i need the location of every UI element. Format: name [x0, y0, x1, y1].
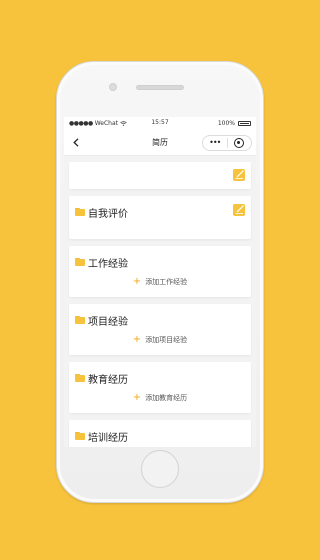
add-education-button[interactable]: + 添加教育经历 — [69, 393, 251, 403]
folder-icon — [75, 207, 85, 216]
section-title: 自我评价 — [88, 209, 128, 220]
nav-bar: 简历 ••• — [64, 130, 256, 156]
camera-dot — [109, 83, 117, 91]
section-title: 项目经验 — [88, 317, 128, 328]
page-title: 简历 — [152, 138, 168, 147]
section-title: 工作经验 — [88, 259, 128, 270]
more-button[interactable]: ••• — [203, 137, 227, 149]
folder-icon — [75, 257, 85, 266]
section-header: 自我评价 — [75, 205, 128, 220]
section-card-work-experience: 工作经验 + 添加工作经验 — [69, 246, 251, 297]
target-circle-icon — [234, 138, 245, 148]
section-card-training: 培训经历 — [69, 420, 251, 447]
profile-card — [69, 162, 251, 189]
section-header: 培训经历 — [75, 429, 128, 444]
section-title: 培训经历 — [88, 433, 128, 444]
edit-icon[interactable] — [233, 169, 245, 181]
status-time: 15:57 — [151, 119, 169, 126]
plus-icon: + — [132, 276, 142, 287]
folder-icon — [75, 431, 85, 440]
section-header: 教育经历 — [75, 371, 128, 386]
section-header: 项目经验 — [75, 313, 128, 328]
mini-program-capsule: ••• — [202, 135, 252, 151]
section-card-self-evaluation: 自我评价 — [69, 196, 251, 239]
battery-icon — [238, 121, 251, 126]
add-project-experience-button[interactable]: + 添加项目经验 — [69, 335, 251, 345]
folder-icon — [75, 315, 85, 324]
add-label: 添加工作经验 — [145, 278, 188, 286]
speaker-slot — [136, 85, 184, 90]
folder-icon — [75, 373, 85, 382]
plus-icon: + — [132, 334, 142, 345]
status-bar: ●●●●● WeChat 15:57 100% — [64, 117, 256, 130]
chevron-left-icon[interactable] — [72, 138, 81, 147]
add-label: 添加教育经历 — [145, 394, 188, 402]
home-button[interactable] — [141, 450, 179, 488]
add-label: 添加项目经验 — [145, 336, 188, 344]
plus-icon: + — [132, 392, 142, 403]
section-card-project-experience: 项目经验 + 添加项目经验 — [69, 304, 251, 355]
add-work-experience-button[interactable]: + 添加工作经验 — [69, 277, 251, 287]
section-card-education: 教育经历 + 添加教育经历 — [69, 362, 251, 413]
section-header: 工作经验 — [75, 255, 128, 270]
phone-screen: ●●●●● WeChat 15:57 100% 简历 ••• 自我评价 工作经验… — [64, 117, 256, 447]
section-title: 教育经历 — [88, 375, 128, 386]
close-button[interactable] — [228, 138, 252, 148]
edit-icon[interactable] — [233, 204, 245, 216]
